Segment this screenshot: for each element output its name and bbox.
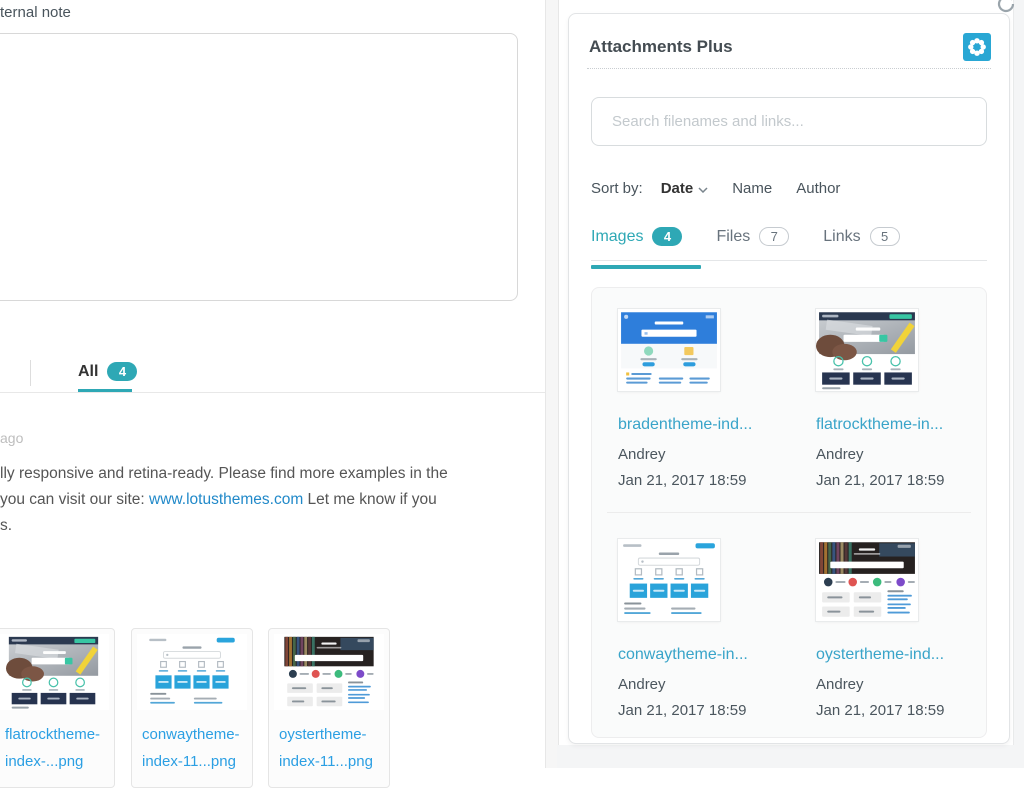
attachment-card[interactable]: oystertheme-ind... Andrey Jan 21, 2017 1… [816,539,988,769]
tab-count-badge: 4 [107,362,137,381]
attachment-author: Andrey [618,446,790,463]
comment-line: s. [0,513,540,539]
tab-count-badge: 5 [870,227,900,246]
attachment-author: Andrey [816,676,988,693]
sort-option-label: Author [796,180,840,197]
sort-bar: Sort by: Date Name Author [591,180,864,197]
tab-files[interactable]: Files 7 [716,227,789,246]
attachment-card[interactable]: oystertheme- index-11...png [268,628,390,788]
tab-images[interactable]: Images 4 [591,227,682,246]
header-divider [587,68,991,69]
sort-option-author[interactable]: Author [796,180,840,197]
attachment-thumbnail-conway[interactable] [137,634,247,710]
comment-line: lly responsive and retina-ready. Please … [0,461,540,487]
attachment-card[interactable]: flatrocktheme-in... Andrey Jan 21, 2017 … [816,309,988,539]
search-input[interactable] [591,97,987,146]
chevron-down-icon [698,180,708,197]
attachment-thumbnail-oyster[interactable] [816,539,918,621]
panel-header: Attachments Plus [589,33,991,61]
internal-note-tab[interactable]: ternal note [0,4,71,21]
comment-body: lly responsive and retina-ready. Please … [0,461,540,539]
active-tab-underline [591,265,701,269]
workspace-edge-right [1013,0,1024,768]
attachments-plus-panel: Attachments Plus Sort by: Date [568,13,1010,744]
note-editor[interactable] [0,33,518,301]
panel-tabs: Images 4 Files 7 Links 5 [591,227,987,261]
attachment-date: Jan 21, 2017 18:59 [816,472,988,489]
attachment-card[interactable]: conwaytheme- index-11...png [131,628,253,788]
attachment-card[interactable]: flatrocktheme- index-...png [0,628,115,788]
filename-line: conwaytheme- [142,721,246,748]
attachment-thumbnail-braden[interactable] [618,309,720,391]
filename-line: flatrocktheme- [5,721,108,748]
settings-icon[interactable] [963,33,991,61]
sort-option-date[interactable]: Date [661,180,709,197]
tab-divider [30,360,31,386]
tab-label: Images [591,228,643,246]
attachment-card[interactable]: bradentheme-ind... Andrey Jan 21, 2017 1… [618,309,790,539]
attachment-filename-link[interactable]: oystertheme- index-11...png [269,715,389,775]
comment-text: you can visit our site: [0,491,149,508]
panel-title: Attachments Plus [589,37,733,57]
filename-line: index-11...png [279,748,383,775]
tab-count-badge: 7 [759,227,789,246]
tab-count-badge: 4 [652,227,682,246]
attachment-card[interactable]: conwaytheme-in... Andrey Jan 21, 2017 18… [618,539,790,769]
pane-divider[interactable] [545,0,559,768]
attachment-filename-link[interactable]: flatrocktheme- index-...png [0,715,114,775]
attachment-thumbnail-flatrock[interactable] [816,309,918,391]
tab-links[interactable]: Links 5 [823,227,899,246]
attachment-author: Andrey [816,446,988,463]
tab-all[interactable]: All 4 [78,362,137,381]
tab-label: Links [823,228,860,246]
tab-label: Files [716,228,750,246]
comment-timestamp: ago [0,430,23,446]
filename-line: index-11...png [142,748,246,775]
lotusthemes-link[interactable]: www.lotusthemes.com [149,491,303,508]
attachment-author: Andrey [618,676,790,693]
attachment-filename-link[interactable]: conwaytheme- index-11...png [132,715,252,775]
comment-text: Let me know if you [303,491,437,508]
sort-option-label: Date [661,180,694,197]
attachment-filename-link[interactable]: bradentheme-ind... [618,416,790,434]
tab-all-label: All [78,363,98,381]
attachment-date: Jan 21, 2017 18:59 [618,702,790,719]
sort-option-name[interactable]: Name [732,180,772,197]
comment-line: you can visit our site: www.lotusthemes.… [0,487,540,513]
sort-option-label: Name [732,180,772,197]
list-row-divider [607,512,971,513]
attachment-filename-link[interactable]: conwaytheme-in... [618,646,790,664]
attachment-date: Jan 21, 2017 18:59 [618,472,790,489]
attachment-thumbnail-flatrock[interactable] [0,634,109,710]
tabbar-rule [0,392,545,393]
attachment-filename-link[interactable]: flatrocktheme-in... [816,416,988,434]
attachment-thumbnail-oyster[interactable] [274,634,384,710]
sort-label: Sort by: [591,180,643,197]
ticket-pane: ternal note All 4 ago lly responsive and… [0,0,545,768]
filename-line: oystertheme- [279,721,383,748]
attachment-date: Jan 21, 2017 18:59 [816,702,988,719]
attachment-filename-link[interactable]: oystertheme-ind... [816,646,988,664]
filename-line: index-...png [5,748,108,775]
attachment-thumbnail-conway[interactable] [618,539,720,621]
